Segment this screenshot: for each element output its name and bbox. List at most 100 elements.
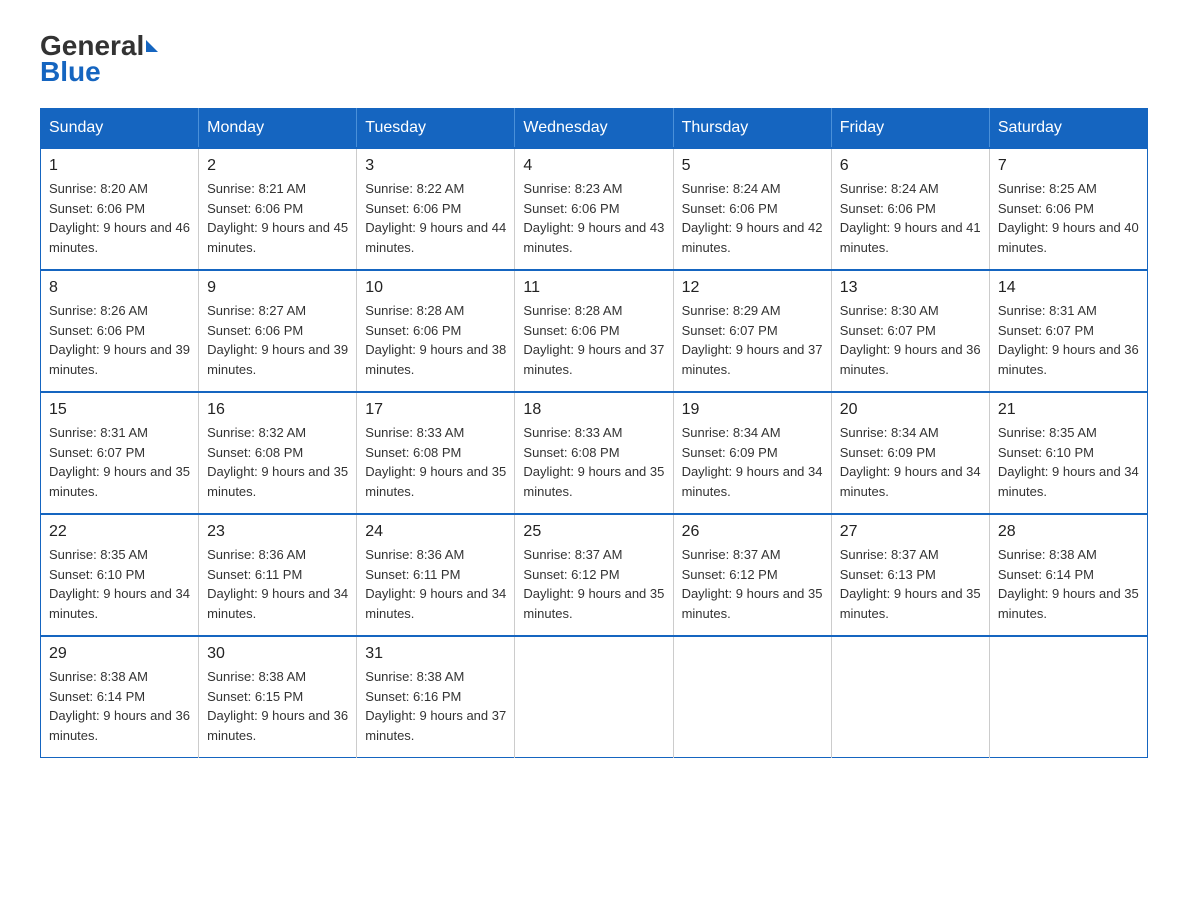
day-info: Sunrise: 8:30 AMSunset: 6:07 PMDaylight:… — [840, 301, 981, 379]
day-info: Sunrise: 8:38 AMSunset: 6:15 PMDaylight:… — [207, 667, 348, 745]
day-number: 5 — [682, 157, 823, 175]
day-info: Sunrise: 8:35 AMSunset: 6:10 PMDaylight:… — [49, 545, 190, 623]
calendar-week-row: 22 Sunrise: 8:35 AMSunset: 6:10 PMDaylig… — [41, 514, 1148, 636]
day-info: Sunrise: 8:34 AMSunset: 6:09 PMDaylight:… — [682, 423, 823, 501]
day-info: Sunrise: 8:31 AMSunset: 6:07 PMDaylight:… — [998, 301, 1139, 379]
calendar-cell: 24 Sunrise: 8:36 AMSunset: 6:11 PMDaylig… — [357, 514, 515, 636]
weekday-header-sunday: Sunday — [41, 109, 199, 149]
day-info: Sunrise: 8:29 AMSunset: 6:07 PMDaylight:… — [682, 301, 823, 379]
calendar-cell: 9 Sunrise: 8:27 AMSunset: 6:06 PMDayligh… — [199, 270, 357, 392]
day-number: 1 — [49, 157, 190, 175]
day-number: 20 — [840, 401, 981, 419]
day-info: Sunrise: 8:32 AMSunset: 6:08 PMDaylight:… — [207, 423, 348, 501]
calendar-week-row: 8 Sunrise: 8:26 AMSunset: 6:06 PMDayligh… — [41, 270, 1148, 392]
day-info: Sunrise: 8:38 AMSunset: 6:16 PMDaylight:… — [365, 667, 506, 745]
day-number: 29 — [49, 645, 190, 663]
day-info: Sunrise: 8:37 AMSunset: 6:12 PMDaylight:… — [523, 545, 664, 623]
calendar-cell — [989, 636, 1147, 758]
calendar-week-row: 1 Sunrise: 8:20 AMSunset: 6:06 PMDayligh… — [41, 148, 1148, 270]
calendar-cell — [673, 636, 831, 758]
calendar-cell: 6 Sunrise: 8:24 AMSunset: 6:06 PMDayligh… — [831, 148, 989, 270]
calendar-cell: 2 Sunrise: 8:21 AMSunset: 6:06 PMDayligh… — [199, 148, 357, 270]
calendar-cell: 1 Sunrise: 8:20 AMSunset: 6:06 PMDayligh… — [41, 148, 199, 270]
day-number: 25 — [523, 523, 664, 541]
calendar-cell: 27 Sunrise: 8:37 AMSunset: 6:13 PMDaylig… — [831, 514, 989, 636]
day-number: 2 — [207, 157, 348, 175]
weekday-header-thursday: Thursday — [673, 109, 831, 149]
calendar-cell: 29 Sunrise: 8:38 AMSunset: 6:14 PMDaylig… — [41, 636, 199, 758]
day-info: Sunrise: 8:38 AMSunset: 6:14 PMDaylight:… — [49, 667, 190, 745]
day-number: 23 — [207, 523, 348, 541]
weekday-header-friday: Friday — [831, 109, 989, 149]
calendar-cell: 10 Sunrise: 8:28 AMSunset: 6:06 PMDaylig… — [357, 270, 515, 392]
day-info: Sunrise: 8:20 AMSunset: 6:06 PMDaylight:… — [49, 179, 190, 257]
calendar-week-row: 15 Sunrise: 8:31 AMSunset: 6:07 PMDaylig… — [41, 392, 1148, 514]
calendar-cell: 18 Sunrise: 8:33 AMSunset: 6:08 PMDaylig… — [515, 392, 673, 514]
calendar-cell: 14 Sunrise: 8:31 AMSunset: 6:07 PMDaylig… — [989, 270, 1147, 392]
day-info: Sunrise: 8:36 AMSunset: 6:11 PMDaylight:… — [207, 545, 348, 623]
logo: General Blue — [40, 30, 158, 88]
day-info: Sunrise: 8:34 AMSunset: 6:09 PMDaylight:… — [840, 423, 981, 501]
day-info: Sunrise: 8:24 AMSunset: 6:06 PMDaylight:… — [840, 179, 981, 257]
calendar-table: SundayMondayTuesdayWednesdayThursdayFrid… — [40, 108, 1148, 758]
day-info: Sunrise: 8:33 AMSunset: 6:08 PMDaylight:… — [365, 423, 506, 501]
calendar-header-row: SundayMondayTuesdayWednesdayThursdayFrid… — [41, 109, 1148, 149]
day-info: Sunrise: 8:35 AMSunset: 6:10 PMDaylight:… — [998, 423, 1139, 501]
day-number: 4 — [523, 157, 664, 175]
day-number: 9 — [207, 279, 348, 297]
day-info: Sunrise: 8:24 AMSunset: 6:06 PMDaylight:… — [682, 179, 823, 257]
calendar-cell: 8 Sunrise: 8:26 AMSunset: 6:06 PMDayligh… — [41, 270, 199, 392]
day-info: Sunrise: 8:21 AMSunset: 6:06 PMDaylight:… — [207, 179, 348, 257]
day-number: 8 — [49, 279, 190, 297]
day-info: Sunrise: 8:26 AMSunset: 6:06 PMDaylight:… — [49, 301, 190, 379]
calendar-week-row: 29 Sunrise: 8:38 AMSunset: 6:14 PMDaylig… — [41, 636, 1148, 758]
day-number: 30 — [207, 645, 348, 663]
day-number: 14 — [998, 279, 1139, 297]
day-number: 22 — [49, 523, 190, 541]
day-info: Sunrise: 8:33 AMSunset: 6:08 PMDaylight:… — [523, 423, 664, 501]
day-number: 13 — [840, 279, 981, 297]
day-number: 26 — [682, 523, 823, 541]
calendar-cell: 19 Sunrise: 8:34 AMSunset: 6:09 PMDaylig… — [673, 392, 831, 514]
day-number: 10 — [365, 279, 506, 297]
day-number: 21 — [998, 401, 1139, 419]
day-number: 11 — [523, 279, 664, 297]
calendar-cell: 31 Sunrise: 8:38 AMSunset: 6:16 PMDaylig… — [357, 636, 515, 758]
calendar-cell: 4 Sunrise: 8:23 AMSunset: 6:06 PMDayligh… — [515, 148, 673, 270]
calendar-cell: 22 Sunrise: 8:35 AMSunset: 6:10 PMDaylig… — [41, 514, 199, 636]
calendar-cell: 26 Sunrise: 8:37 AMSunset: 6:12 PMDaylig… — [673, 514, 831, 636]
calendar-cell: 11 Sunrise: 8:28 AMSunset: 6:06 PMDaylig… — [515, 270, 673, 392]
weekday-header-monday: Monday — [199, 109, 357, 149]
day-info: Sunrise: 8:28 AMSunset: 6:06 PMDaylight:… — [365, 301, 506, 379]
day-number: 31 — [365, 645, 506, 663]
calendar-cell: 7 Sunrise: 8:25 AMSunset: 6:06 PMDayligh… — [989, 148, 1147, 270]
day-number: 18 — [523, 401, 664, 419]
day-number: 12 — [682, 279, 823, 297]
calendar-cell — [831, 636, 989, 758]
calendar-cell: 12 Sunrise: 8:29 AMSunset: 6:07 PMDaylig… — [673, 270, 831, 392]
day-number: 19 — [682, 401, 823, 419]
calendar-cell: 15 Sunrise: 8:31 AMSunset: 6:07 PMDaylig… — [41, 392, 199, 514]
logo-blue-text: Blue — [40, 56, 158, 88]
calendar-cell: 23 Sunrise: 8:36 AMSunset: 6:11 PMDaylig… — [199, 514, 357, 636]
day-info: Sunrise: 8:36 AMSunset: 6:11 PMDaylight:… — [365, 545, 506, 623]
weekday-header-saturday: Saturday — [989, 109, 1147, 149]
day-info: Sunrise: 8:37 AMSunset: 6:13 PMDaylight:… — [840, 545, 981, 623]
weekday-header-tuesday: Tuesday — [357, 109, 515, 149]
day-info: Sunrise: 8:22 AMSunset: 6:06 PMDaylight:… — [365, 179, 506, 257]
day-number: 6 — [840, 157, 981, 175]
calendar-cell: 3 Sunrise: 8:22 AMSunset: 6:06 PMDayligh… — [357, 148, 515, 270]
day-info: Sunrise: 8:38 AMSunset: 6:14 PMDaylight:… — [998, 545, 1139, 623]
logo-triangle-icon — [146, 40, 158, 52]
day-info: Sunrise: 8:27 AMSunset: 6:06 PMDaylight:… — [207, 301, 348, 379]
calendar-cell: 21 Sunrise: 8:35 AMSunset: 6:10 PMDaylig… — [989, 392, 1147, 514]
calendar-cell: 28 Sunrise: 8:38 AMSunset: 6:14 PMDaylig… — [989, 514, 1147, 636]
calendar-cell: 25 Sunrise: 8:37 AMSunset: 6:12 PMDaylig… — [515, 514, 673, 636]
day-number: 28 — [998, 523, 1139, 541]
day-info: Sunrise: 8:31 AMSunset: 6:07 PMDaylight:… — [49, 423, 190, 501]
calendar-cell — [515, 636, 673, 758]
day-info: Sunrise: 8:37 AMSunset: 6:12 PMDaylight:… — [682, 545, 823, 623]
calendar-cell: 5 Sunrise: 8:24 AMSunset: 6:06 PMDayligh… — [673, 148, 831, 270]
day-number: 16 — [207, 401, 348, 419]
day-info: Sunrise: 8:28 AMSunset: 6:06 PMDaylight:… — [523, 301, 664, 379]
